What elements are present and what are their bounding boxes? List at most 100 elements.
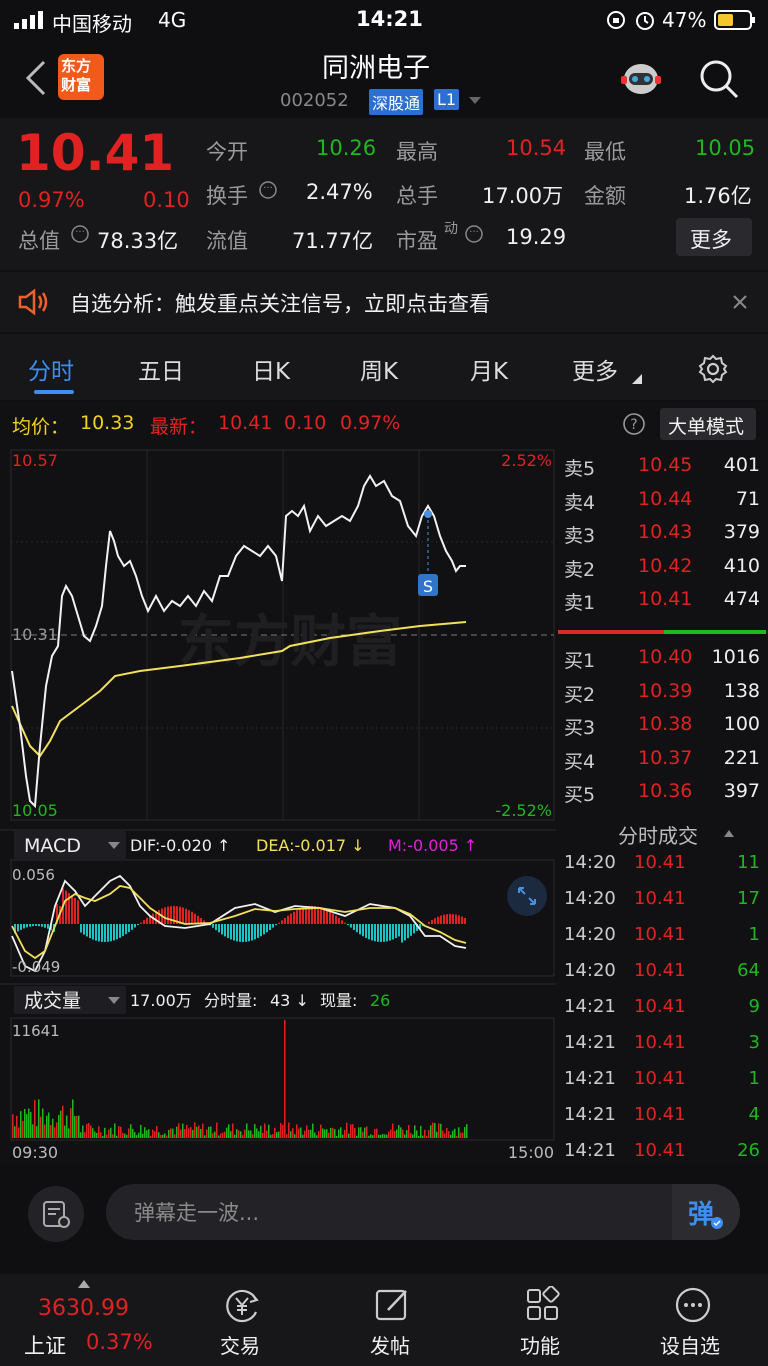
macd-bar <box>110 924 112 942</box>
macd-bar <box>455 914 457 924</box>
macd-bar <box>380 924 382 942</box>
volume-bar <box>42 1108 44 1138</box>
tab-daily-k[interactable]: 日K <box>252 352 290 386</box>
macd-bar <box>221 924 223 935</box>
alert-banner[interactable]: 自选分析：触发重点关注信号，立即点击查看 <box>0 272 768 332</box>
back-arrow-icon[interactable] <box>24 60 48 96</box>
macd-bar <box>38 924 40 927</box>
macd-bar <box>98 924 100 942</box>
trade-time: 14:20 <box>564 924 616 945</box>
info-circle-icon[interactable]: ··· <box>258 180 278 200</box>
volume-bar <box>286 1134 288 1138</box>
index-percent: 0.37% <box>86 1330 153 1354</box>
level-label: 卖5 <box>564 458 596 480</box>
y-top-label: 10.57 <box>12 451 58 470</box>
volume-bar <box>314 1132 316 1138</box>
tab-intraday[interactable]: 分时 <box>28 352 74 386</box>
volume-panel-frame <box>10 1017 555 1141</box>
macd-bar <box>35 924 37 927</box>
sell-level[interactable]: 卖4 10.44 71 <box>564 488 764 521</box>
trade-price: 10.41 <box>634 1068 686 1089</box>
volume-bar <box>156 1125 158 1138</box>
volume-bar <box>434 1122 436 1138</box>
close-icon[interactable] <box>732 294 748 310</box>
volume-bar <box>66 1115 68 1138</box>
trade-time: 14:21 <box>564 996 616 1017</box>
info-circle-icon[interactable]: ··· <box>70 224 90 244</box>
collapse-up-icon[interactable] <box>724 829 734 837</box>
volume-bar <box>414 1125 416 1138</box>
robot-assistant-icon[interactable] <box>618 54 664 100</box>
volume-bar <box>212 1133 214 1138</box>
trade-price: 10.41 <box>634 960 686 981</box>
tab-more[interactable]: 更多 <box>572 352 618 386</box>
volume-bar <box>134 1132 136 1138</box>
trade-time: 14:21 <box>564 1032 616 1053</box>
macd-bar <box>293 911 295 924</box>
level-price: 10.42 <box>638 554 693 577</box>
tab-weekly-k[interactable]: 周K <box>360 352 398 386</box>
buy-level[interactable]: 买4 10.37 221 <box>564 747 764 780</box>
fen-volume-label: 分时量: <box>204 991 257 1010</box>
add-watchlist-button[interactable]: 设自选 <box>650 1274 740 1366</box>
search-icon[interactable] <box>698 58 740 100</box>
macd-bar <box>83 924 85 935</box>
volume-bar <box>326 1129 328 1138</box>
tab-five-day[interactable]: 五日 <box>138 352 184 386</box>
sell-level[interactable]: 卖5 10.45 401 <box>564 454 764 487</box>
volume-bar <box>184 1129 186 1138</box>
post-button[interactable]: 发帖 <box>350 1274 434 1366</box>
check-badge-icon <box>711 1217 723 1229</box>
level-volume: 138 <box>723 679 760 702</box>
sell-level[interactable]: 卖2 10.42 410 <box>564 555 764 588</box>
volume-bar <box>168 1129 170 1138</box>
volume-bar <box>124 1133 126 1138</box>
info-circle-icon[interactable]: ··· <box>464 224 484 244</box>
macd-bar <box>395 924 397 939</box>
more-button[interactable]: 更多 <box>676 218 752 256</box>
volume-bar <box>150 1135 152 1138</box>
volume-bar <box>270 1134 272 1138</box>
dif-line <box>11 874 467 973</box>
buy-level[interactable]: 买1 10.40 1016 <box>564 646 764 679</box>
buy-level[interactable]: 买3 10.38 100 <box>564 713 764 746</box>
index-ticker[interactable]: 3630.99 上证 0.37% <box>0 1274 168 1366</box>
volume-bar <box>394 1130 396 1138</box>
volume-bar <box>388 1131 390 1138</box>
macd-bar <box>170 906 172 924</box>
macd-bar <box>344 922 346 924</box>
gear-icon[interactable] <box>698 354 728 384</box>
macd-bar <box>461 916 463 924</box>
volume-bar <box>424 1129 426 1138</box>
trade-button[interactable]: 交易 <box>200 1274 284 1366</box>
functions-button[interactable]: 功能 <box>500 1274 584 1366</box>
big-order-mode-button[interactable]: 大单模式 <box>660 408 756 440</box>
volume-bar <box>194 1122 196 1138</box>
volume-bar <box>82 1125 84 1138</box>
macd-bar <box>191 911 193 924</box>
danmaku-input[interactable]: 弹幕走一波... 弹 <box>106 1184 740 1240</box>
volume-bar <box>166 1135 168 1138</box>
current-volume-label: 现量: <box>320 991 357 1010</box>
high-value: 10.54 <box>506 136 567 160</box>
macd-bar <box>407 924 409 939</box>
buy-level[interactable]: 买2 10.39 138 <box>564 680 764 713</box>
sell-level[interactable]: 卖3 10.43 379 <box>564 521 764 554</box>
level-label: 卖3 <box>564 525 596 548</box>
danmaku-toggle-button[interactable]: 弹 <box>672 1184 740 1240</box>
volume-bar <box>310 1129 312 1138</box>
macd-bar <box>41 924 43 927</box>
macd-bar <box>389 924 391 941</box>
trade-volume: 64 <box>737 960 760 981</box>
macd-bar <box>266 924 268 933</box>
sell-level[interactable]: 卖1 10.41 474 <box>564 588 764 621</box>
level-price: 10.45 <box>638 454 693 476</box>
tab-monthly-k[interactable]: 月K <box>470 352 508 386</box>
buy-level[interactable]: 买5 10.36 397 <box>564 780 764 813</box>
volume-bar <box>386 1134 388 1138</box>
macd-bar <box>326 910 328 924</box>
help-icon[interactable]: ? <box>622 412 646 436</box>
danmaku-settings-button[interactable] <box>28 1186 84 1242</box>
volume-bar <box>366 1126 368 1138</box>
chevron-down-icon[interactable] <box>468 96 482 106</box>
